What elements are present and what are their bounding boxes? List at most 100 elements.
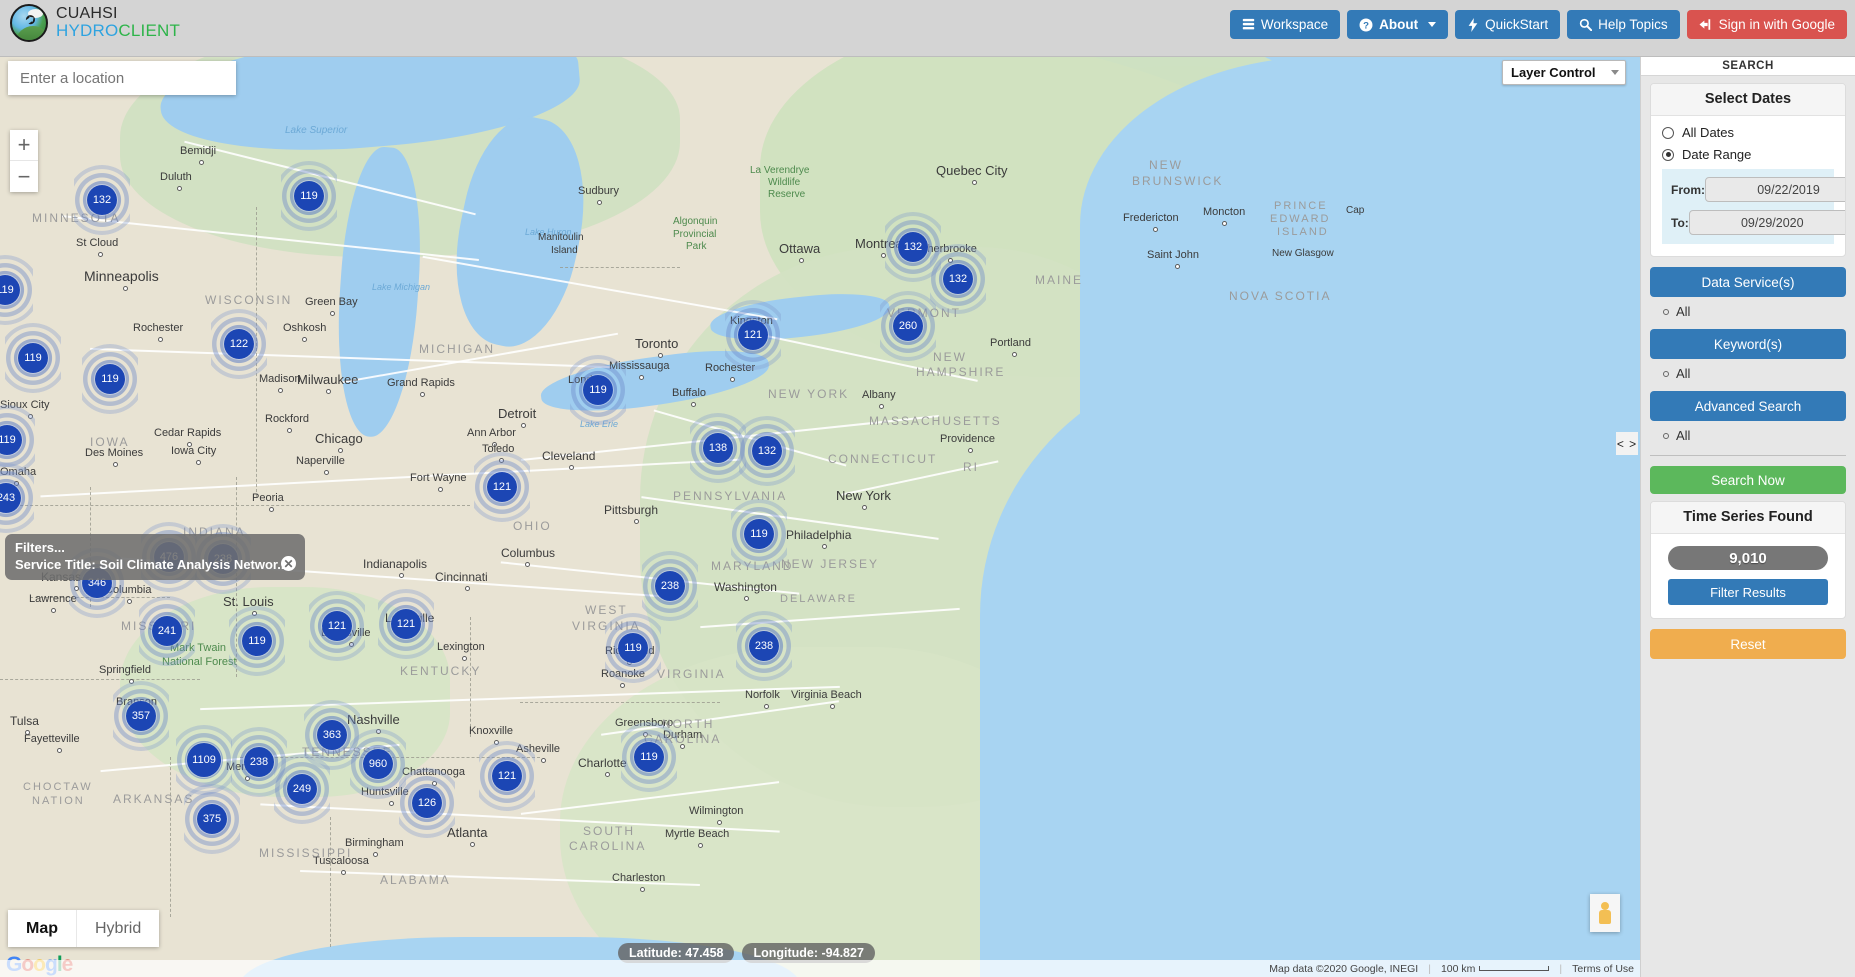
cluster-count-badge[interactable]: 132 [87,185,117,215]
keywords-value-row: All [1663,366,1855,381]
map-cluster-marker[interactable]: 121 [467,452,537,522]
map-type-hybrid[interactable]: Hybrid [76,910,159,947]
map-cluster-marker[interactable]: 119 [614,722,684,792]
cluster-count-badge[interactable]: 238 [749,631,779,661]
map-canvas[interactable]: Bemidji Duluth Lake Superior St Cloud Minnea… [0,57,1640,977]
cluster-count-badge[interactable]: 119 [95,364,125,394]
cluster-count-badge[interactable]: 126 [412,788,442,818]
map-cluster-marker[interactable]: 121 [472,741,542,811]
map-cluster-marker[interactable]: 119 [0,323,68,393]
cluster-count-badge[interactable]: 119 [18,343,48,373]
time-series-heading: Time Series Found [1651,502,1845,534]
cluster-count-badge[interactable]: 138 [703,433,733,463]
cluster-count-badge[interactable]: 960 [363,749,393,779]
all-dates-radio-row[interactable]: All Dates [1662,125,1834,140]
cluster-count-badge[interactable]: 119 [744,519,774,549]
cluster-count-badge[interactable]: 119 [294,181,324,211]
cluster-count-badge[interactable]: 238 [655,571,685,601]
workspace-button[interactable]: Workspace [1229,10,1341,39]
date-range-radio[interactable] [1662,148,1674,161]
quickstart-button[interactable]: QuickStart [1455,10,1561,39]
advanced-search-button[interactable]: Advanced Search [1650,391,1846,421]
map-cluster-marker[interactable]: 132 [67,165,137,235]
cluster-count-badge[interactable]: 132 [752,436,782,466]
date-range-radio-row[interactable]: Date Range [1662,147,1834,162]
cluster-count-badge[interactable]: 121 [738,320,768,350]
map-cluster-marker[interactable]: 119 [724,499,794,569]
advanced-search-value-row: All [1663,428,1855,443]
location-search-box[interactable] [8,61,236,95]
map-cluster-marker[interactable]: 375 [177,784,247,854]
cluster-count-badge[interactable]: 121 [322,611,352,641]
map-type-map[interactable]: Map [8,910,76,947]
map-cluster-marker[interactable]: 249 [267,754,337,824]
data-services-button[interactable]: Data Service(s) [1650,267,1846,297]
map-cluster-marker[interactable]: 238 [635,551,705,621]
map-cluster-marker[interactable]: 121 [302,591,372,661]
zoom-out-button[interactable]: − [10,161,38,192]
search-now-button[interactable]: Search Now [1650,466,1846,494]
terms-of-use-link[interactable]: Terms of Use [1572,963,1634,975]
map-cluster-marker[interactable]: 119 [0,255,40,325]
location-search-input[interactable] [8,69,236,87]
help-topics-button[interactable]: Help Topics [1567,10,1680,39]
cluster-count-badge[interactable]: 121 [487,472,517,502]
map-cluster-marker[interactable]: 260 [873,291,943,361]
layer-control-dropdown[interactable]: Layer Control [1502,60,1626,85]
cluster-count-badge[interactable]: 119 [242,626,272,656]
map-city-dot [437,487,443,492]
sign-in-with-google-button[interactable]: Sign in with Google [1686,10,1847,39]
chevron-down-icon [1611,70,1619,75]
cluster-count-badge[interactable]: 260 [893,311,923,341]
cluster-count-badge[interactable]: 132 [943,264,973,294]
map-cluster-marker[interactable]: 119 [563,355,633,425]
cluster-count-badge[interactable]: 357 [126,701,156,731]
map-city-dot [287,428,292,433]
map-cluster-marker[interactable]: 121 [718,300,788,370]
cluster-count-badge[interactable]: 121 [391,609,421,639]
all-dates-radio[interactable] [1662,126,1674,139]
map-city-dot [57,748,62,753]
map-cluster-marker[interactable]: 241 [132,596,202,666]
reset-button[interactable]: Reset [1650,629,1846,659]
cluster-count-badge[interactable]: 249 [287,774,317,804]
cluster-count-badge[interactable]: 119 [583,375,613,405]
to-date-input[interactable] [1688,210,1845,235]
map-cluster-marker[interactable]: 243 [0,463,41,533]
map-cluster-marker[interactable]: 119 [75,344,145,414]
map-state-border [0,679,200,680]
cluster-count-badge[interactable]: 241 [152,616,182,646]
cluster-count-badge[interactable]: 375 [197,804,227,834]
map-cluster-marker[interactable]: 119 [598,613,668,683]
layer-control-label: Layer Control [1511,65,1596,80]
map-cluster-marker[interactable]: 119 [222,606,292,676]
map-cluster-marker[interactable]: 121 [371,589,441,659]
zoom-in-button[interactable]: + [10,130,38,161]
map-state-border [520,702,720,703]
map-city-dot [465,586,470,591]
street-view-pegman-icon[interactable] [1590,894,1620,932]
map-city-dot [967,448,973,453]
map-cluster-marker[interactable]: 357 [106,681,176,751]
panel-collapse-toggle[interactable]: < > [1616,432,1638,455]
cluster-count-badge[interactable]: 119 [634,742,664,772]
about-button[interactable]: ? About [1347,10,1449,39]
zoom-control[interactable]: + − [10,130,38,192]
map-city-dot [605,772,610,777]
search-icon [1579,18,1593,31]
map-cluster-marker[interactable]: 122 [204,309,274,379]
map-cluster-marker[interactable]: 238 [729,611,799,681]
map-cluster-marker[interactable]: 126 [392,768,462,838]
filter-results-button[interactable]: Filter Results [1668,579,1828,605]
map-cluster-marker[interactable]: 119 [274,161,344,231]
cluster-count-badge[interactable]: 1109 [187,743,221,777]
map-atlantic-ocean-north [1080,57,1640,477]
cluster-count-badge[interactable]: 121 [492,761,522,791]
cluster-count-badge[interactable]: 122 [224,329,254,359]
from-date-input[interactable] [1705,177,1845,202]
cluster-count-badge[interactable]: 119 [618,633,648,663]
map-city-dot [372,852,378,857]
map-type-switcher[interactable]: Map Hybrid [8,910,160,947]
keywords-button[interactable]: Keyword(s) [1650,329,1846,359]
map-cluster-marker[interactable]: 132 [732,416,802,486]
